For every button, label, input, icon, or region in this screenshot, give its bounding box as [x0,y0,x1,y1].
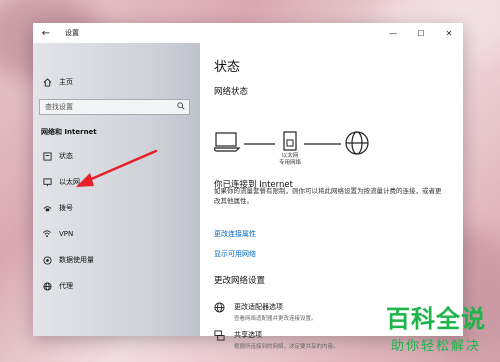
sidebar-item-label: VPN [59,229,74,238]
search-input[interactable]: 查找设置 [39,99,190,115]
adapter-name: 以太网 [281,153,299,159]
close-button[interactable]: ✕ [435,23,463,43]
adapter-icon [214,302,228,322]
connected-description: 如果你的流量套餐有限制，则你可以将此网络设置为按流量计费的连接，或者更改其他属性… [214,187,442,205]
sidebar-item-status[interactable]: 状态 [41,151,73,161]
section-title: 网络和 Internet [41,128,97,136]
sharing-icon [214,330,228,350]
proxy-icon [41,281,53,291]
maximize-button[interactable]: ☐ [407,23,435,43]
sharing-options-desc: 根据所连接到的网络，决定要共享的内容。 [234,344,339,350]
search-icon[interactable] [177,102,185,112]
main-panel: 状态 网络状态 以太网 专用网络 你已连接到 Internet 如果你的流量套餐… [200,43,463,350]
watermark-title: 百科全说 [386,305,486,333]
monitor-icon [41,177,53,187]
title-bar: ← 设置 — ☐ ✕ [33,23,463,43]
watermark: 百科全说 助你轻松解决 [386,299,486,354]
network-status-heading: 网络状态 [214,87,249,97]
sidebar-item-dialup[interactable]: 拨号 [41,203,73,213]
sidebar-item-home[interactable]: 主页 [41,77,73,87]
sidebar-home-label: 主页 [59,78,73,86]
window-controls: — ☐ ✕ [379,23,463,43]
change-connection-properties-link[interactable]: 更改连接属性 [214,229,256,239]
sidebar-item-label: 数据使用量 [59,256,94,264]
change-settings-heading: 更改网络设置 [214,276,266,286]
sidebar-item-proxy[interactable]: 代理 [41,281,73,291]
adapter-options[interactable]: 更改适配器选项 查看网络适配器并更改连接设置。 [214,302,317,322]
adapter-network-type: 专用网络 [278,160,301,166]
search-placeholder: 查找设置 [45,103,73,111]
network-diagram: 以太网 专用网络 [211,122,444,170]
sidebar-item-data-usage[interactable]: 数据使用量 [41,255,94,265]
page-title: 状态 [214,60,241,75]
sidebar-item-label: 代理 [59,282,73,290]
vpn-icon [41,229,53,238]
adapter-label: 以太网 专用网络 [274,153,306,167]
sharing-options[interactable]: 共享选项 根据所连接到的网络，决定要共享的内容。 [214,330,339,350]
red-pointer-arrow [76,149,158,187]
window-title: 设置 [65,29,79,37]
sidebar-item-label: 拨号 [59,204,73,212]
sharing-options-title: 共享选项 [234,331,262,339]
network-diagram-graphic [211,131,369,155]
adapter-options-title: 更改适配器选项 [234,303,283,311]
sidebar-item-vpn[interactable]: VPN [41,229,73,238]
minimize-button[interactable]: — [379,23,407,43]
globe-icon [41,151,53,161]
home-icon [41,77,53,87]
data-usage-icon [41,255,53,265]
show-available-networks-link[interactable]: 显示可用网络 [214,249,256,259]
watermark-subtitle: 助你轻松解决 [390,339,481,354]
adapter-options-desc: 查看网络适配器并更改连接设置。 [234,316,317,322]
back-arrow-icon[interactable]: ← [37,23,55,43]
phone-icon [41,204,53,213]
